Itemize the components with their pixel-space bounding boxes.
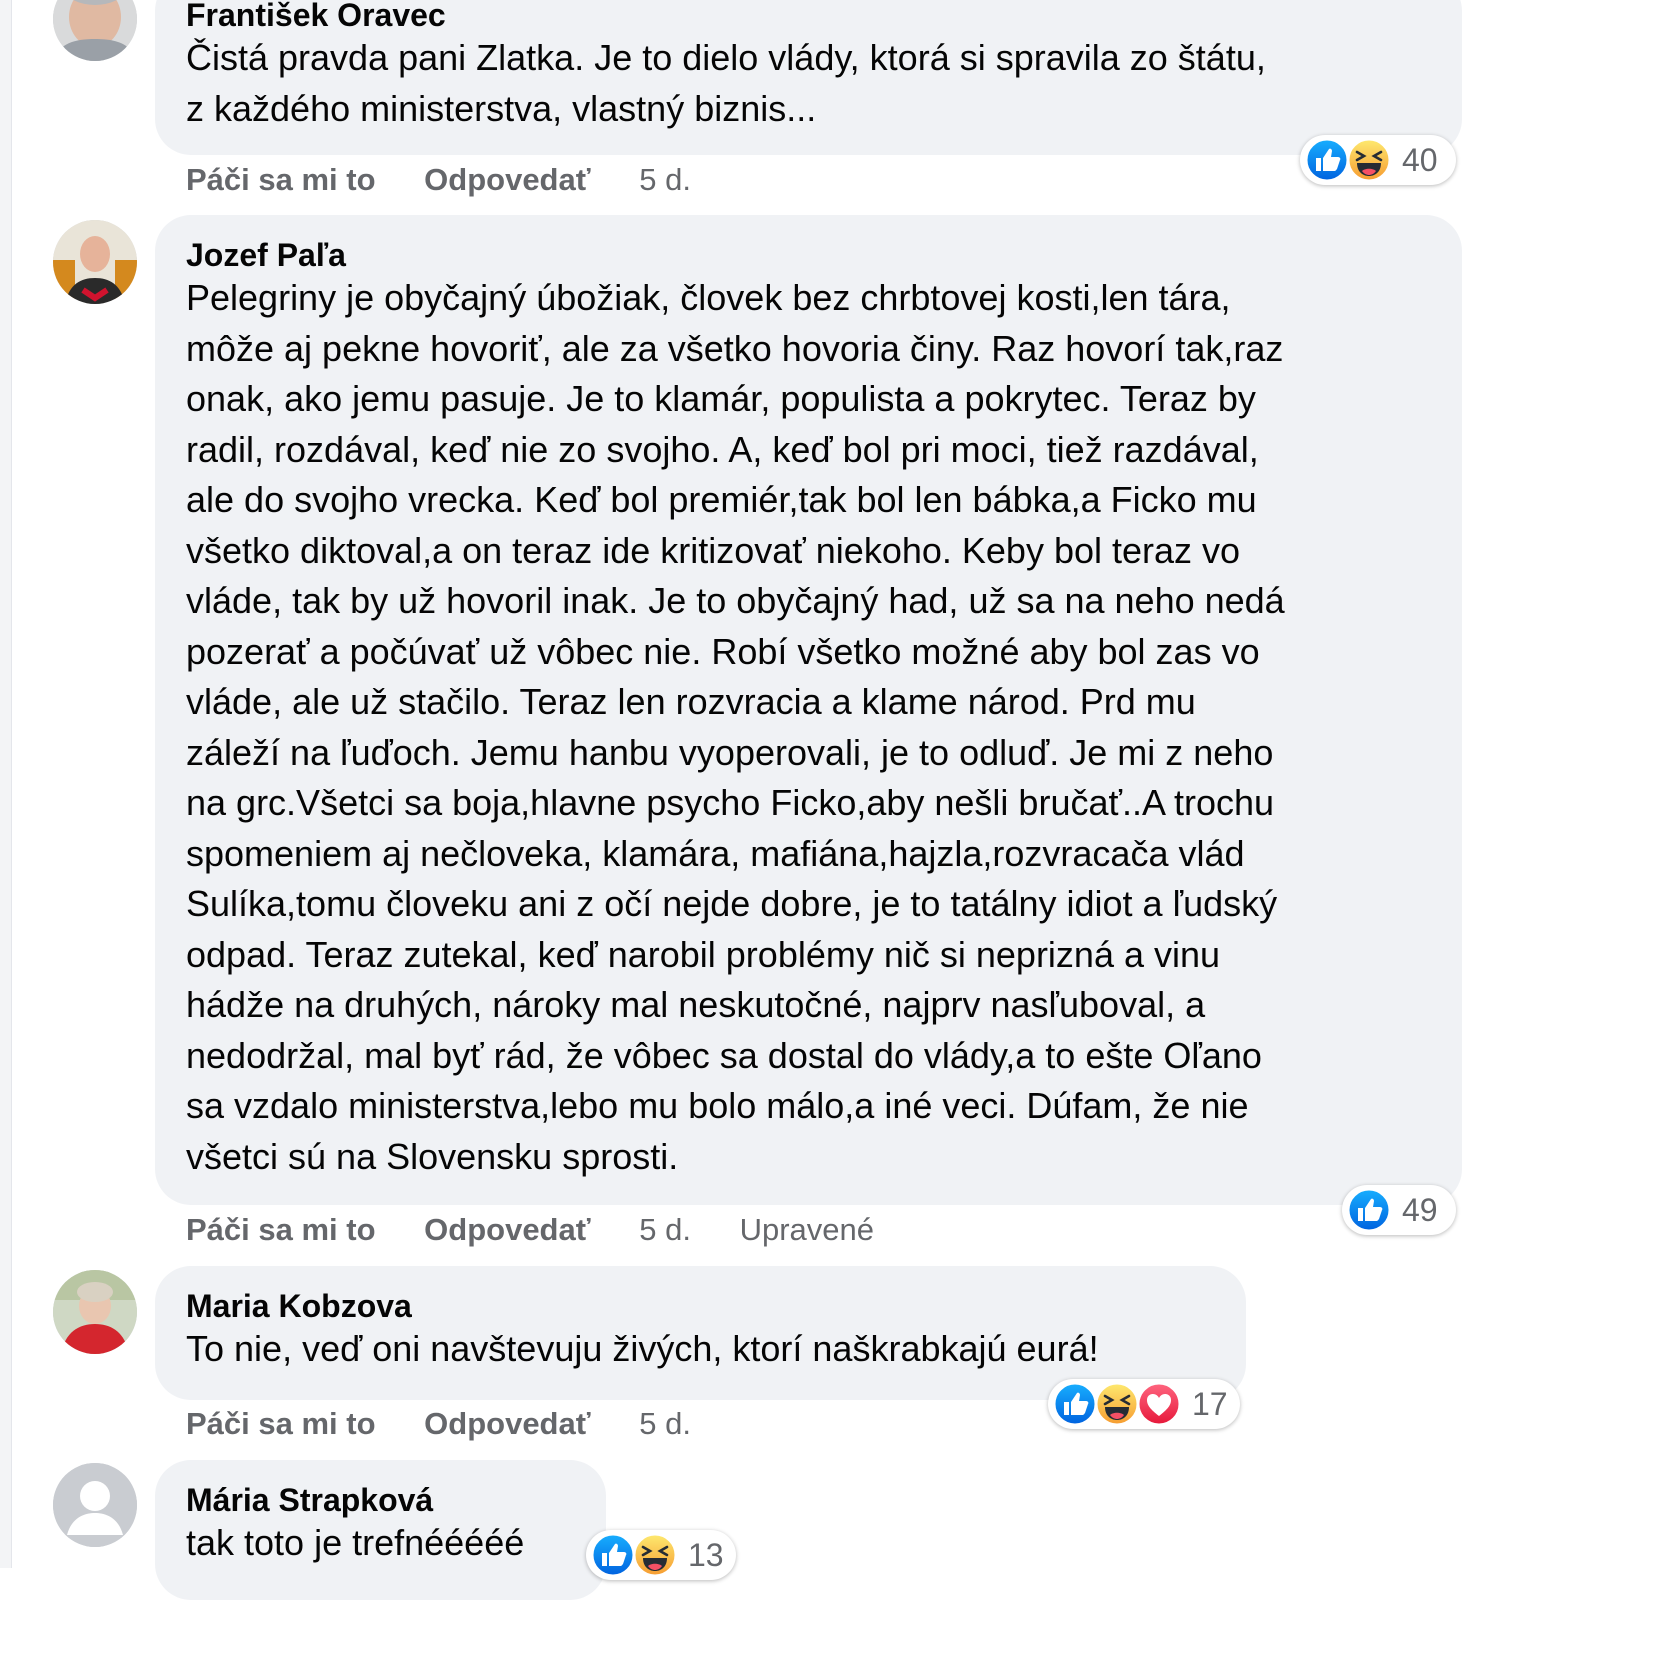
timestamp[interactable]: 5 d. — [639, 162, 691, 197]
reaction-count: 13 — [688, 1536, 724, 1573]
comment-actions: Páči sa mi to Odpovedať 5 d. — [186, 160, 731, 200]
like-icon — [1304, 137, 1350, 183]
reaction-summary[interactable]: 40 — [1300, 135, 1456, 185]
reaction-count: 49 — [1402, 1191, 1438, 1228]
haha-icon — [632, 1532, 678, 1578]
like-icon — [590, 1532, 636, 1578]
like-button[interactable]: Páči sa mi to — [186, 162, 376, 197]
comment-text: tak toto je trefnééééé — [186, 1522, 525, 1563]
reaction-summary[interactable]: 49 — [1342, 1185, 1456, 1235]
comment-actions: Páči sa mi to Odpovedať 5 d. — [186, 1404, 731, 1444]
avatar[interactable] — [53, 0, 137, 61]
reaction-count: 17 — [1192, 1385, 1228, 1422]
comment-bubble: Mária Strapková tak toto je trefnééééé — [155, 1460, 606, 1600]
reply-button[interactable]: Odpovedať — [424, 1406, 590, 1441]
timestamp[interactable]: 5 d. — [639, 1212, 691, 1247]
timestamp[interactable]: 5 d. — [639, 1406, 691, 1441]
left-border — [0, 0, 12, 1568]
comment-actions: Páči sa mi to Odpovedať 5 d. Upravené — [186, 1210, 914, 1250]
reaction-summary[interactable]: 17 — [1048, 1379, 1240, 1429]
comment-text: Pelegriny je obyčajný úbožiak, človek be… — [186, 277, 1285, 1177]
haha-icon — [1346, 137, 1392, 183]
comment-text: Čistá pravda pani Zlatka. Je to dielo vl… — [186, 37, 1266, 129]
comment-author[interactable]: František Oravec — [186, 0, 1431, 35]
avatar[interactable] — [53, 1270, 137, 1354]
comment-author[interactable]: Jozef Paľa — [186, 235, 1431, 275]
haha-icon — [1094, 1381, 1140, 1427]
edited-label[interactable]: Upravené — [740, 1212, 874, 1247]
comment-author[interactable]: Maria Kobzova — [186, 1286, 1215, 1326]
reply-button[interactable]: Odpovedať — [424, 1212, 590, 1247]
reply-button[interactable]: Odpovedať — [424, 162, 590, 197]
avatar[interactable] — [53, 1463, 137, 1547]
like-button[interactable]: Páči sa mi to — [186, 1406, 376, 1441]
like-icon — [1052, 1381, 1098, 1427]
comment-text: To nie, veď oni navštevuju živých, ktorí… — [186, 1328, 1099, 1369]
comment-author[interactable]: Mária Strapková — [186, 1480, 575, 1520]
avatar[interactable] — [53, 220, 137, 304]
reaction-summary[interactable]: 13 — [586, 1530, 736, 1580]
reaction-count: 40 — [1402, 141, 1438, 178]
comment-bubble: František Oravec Čistá pravda pani Zlatk… — [155, 0, 1462, 155]
comment-bubble: Jozef Paľa Pelegriny je obyčajný úbožiak… — [155, 215, 1462, 1205]
like-button[interactable]: Páči sa mi to — [186, 1212, 376, 1247]
like-icon — [1346, 1187, 1392, 1233]
love-icon — [1136, 1381, 1182, 1427]
